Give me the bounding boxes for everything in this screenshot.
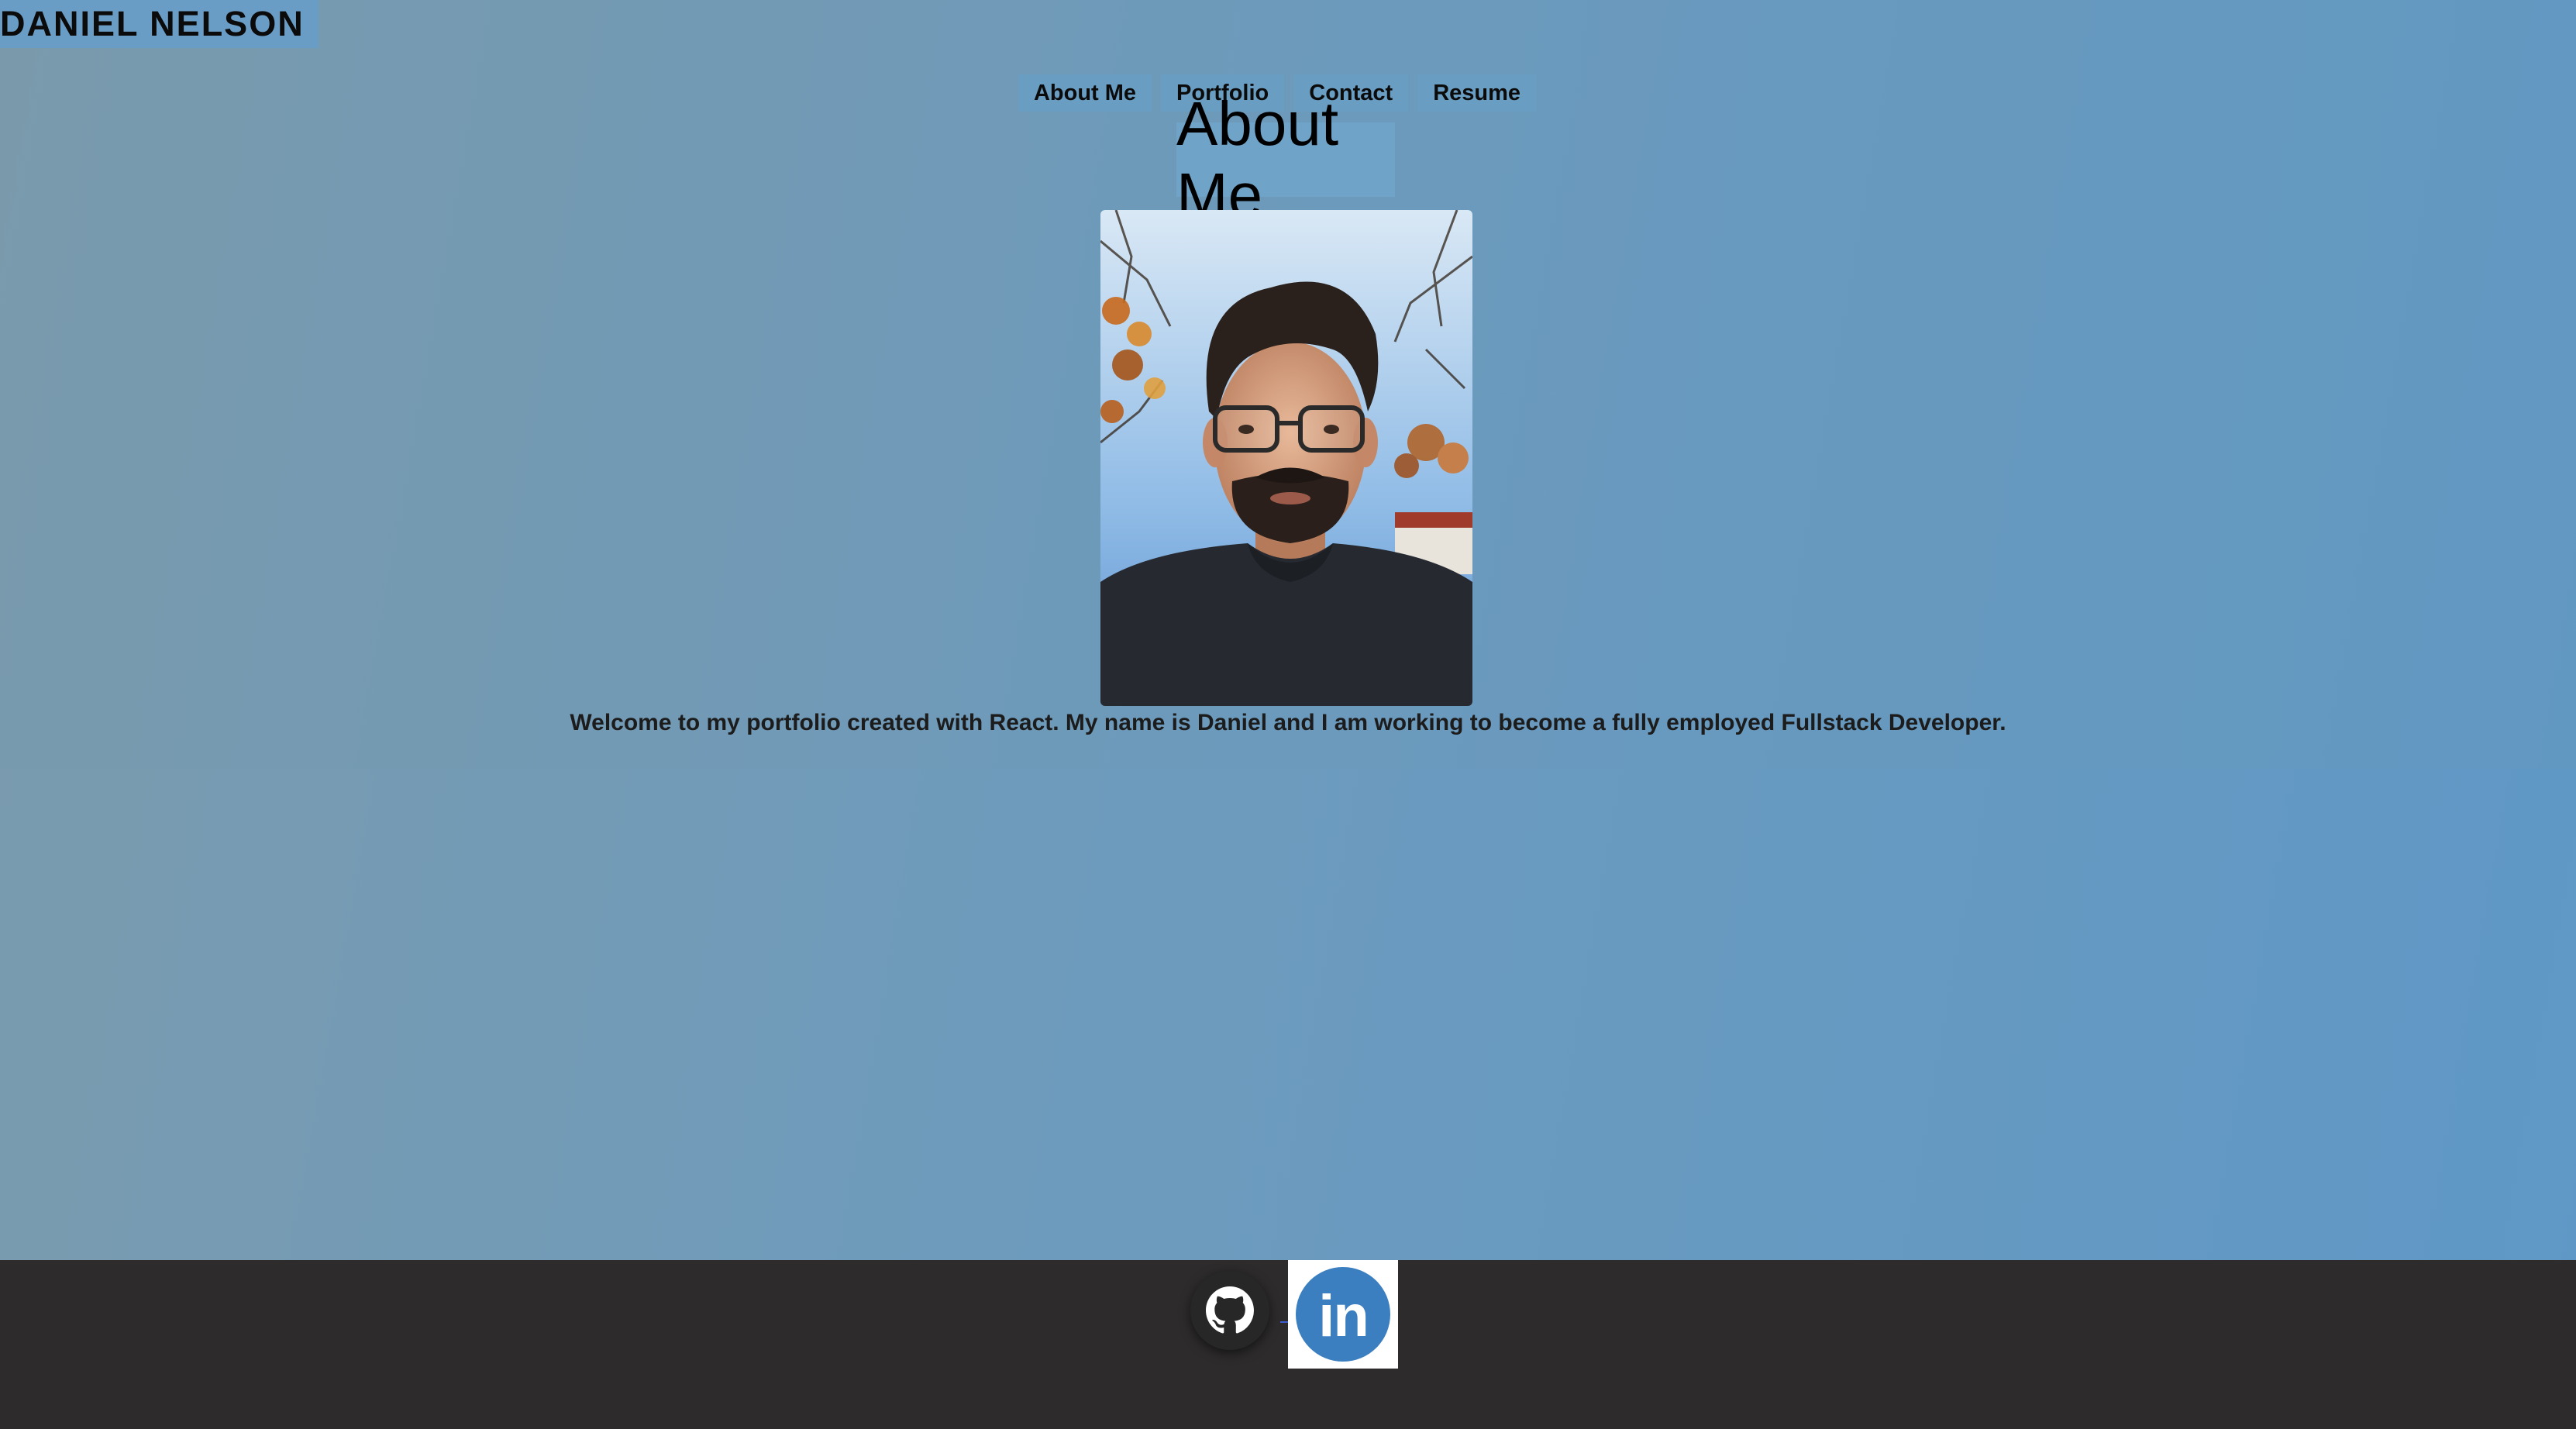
nav-resume[interactable]: Resume: [1417, 74, 1537, 112]
page-title: About Me: [1176, 89, 1395, 229]
linkedin-icon: in: [1296, 1267, 1390, 1362]
intro-text: Welcome to my portfolio created with Rea…: [570, 710, 2006, 735]
linkedin-link[interactable]: in: [1288, 1260, 1398, 1369]
nav-about-me[interactable]: About Me: [1018, 74, 1152, 112]
github-link[interactable]: [1190, 1271, 1269, 1350]
github-icon: [1206, 1286, 1254, 1334]
site-name: DANIEL NELSON: [0, 0, 319, 48]
profile-photo: [1100, 210, 1472, 706]
